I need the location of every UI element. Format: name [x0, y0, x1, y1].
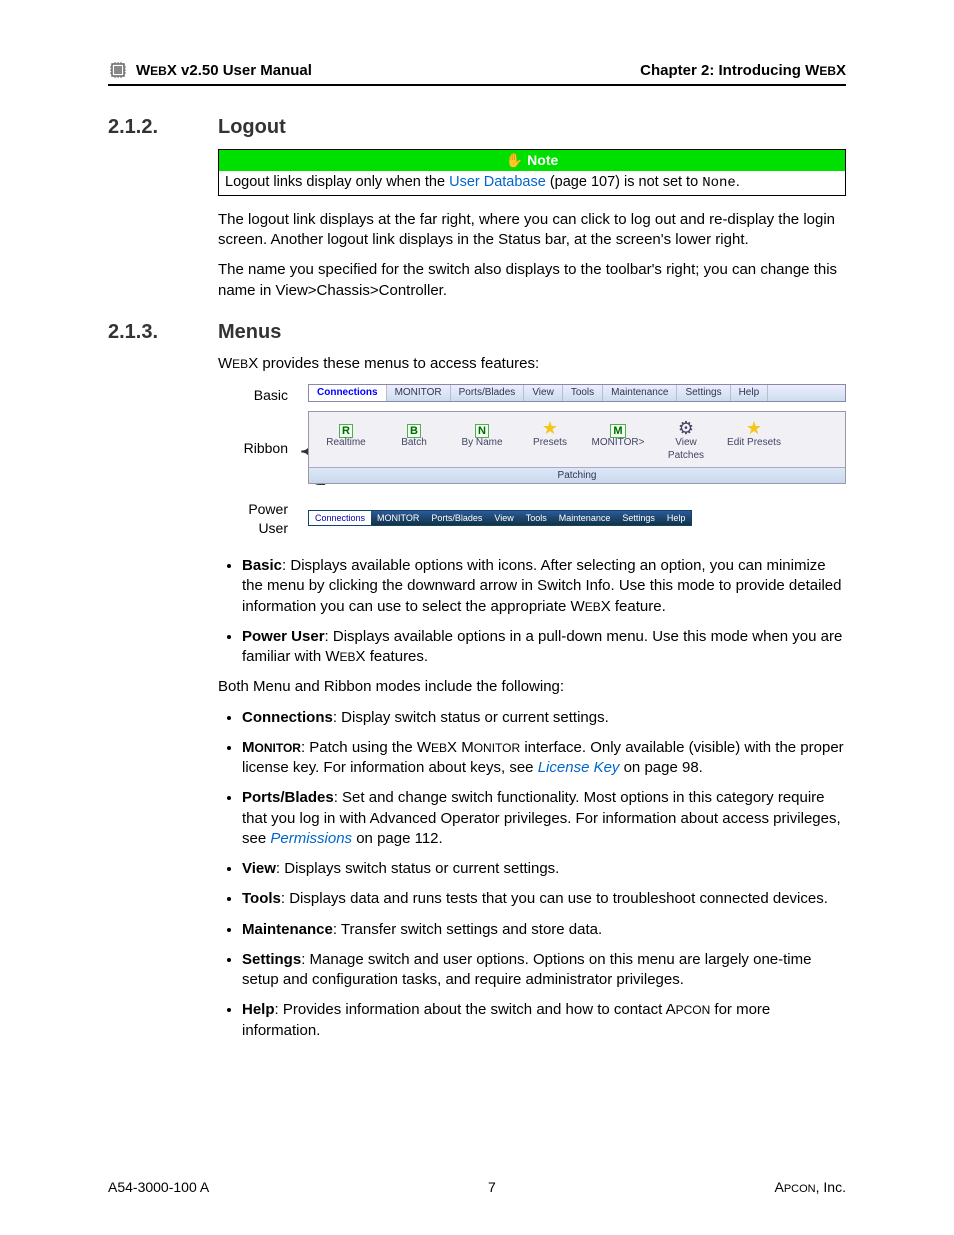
- list-item: MONITOR: Patch using the WEBX MONITOR in…: [242, 738, 846, 779]
- basic-tab-tools[interactable]: Tools: [563, 385, 603, 401]
- note-icon: ✋: [506, 151, 523, 170]
- power-tab-connections[interactable]: Connections: [309, 511, 371, 525]
- power-tab-tools[interactable]: Tools: [520, 511, 553, 525]
- brace-icon: {: [294, 423, 308, 473]
- patching-bar: Patching: [309, 467, 845, 484]
- power-tab-settings[interactable]: Settings: [616, 511, 661, 525]
- ribbon-item-view-patches[interactable]: ⚙View Patches: [659, 416, 713, 463]
- list-item: Ports/Blades: Set and change switch func…: [242, 788, 846, 849]
- ribbon-item-presets[interactable]: ★Presets: [523, 416, 577, 463]
- ribbon-icon: ★: [523, 416, 577, 436]
- fig-label-basic: Basic: [218, 384, 294, 405]
- ribbon-item-monitor-[interactable]: MMONITOR>: [591, 416, 645, 463]
- basic-tab-view[interactable]: View: [524, 385, 563, 401]
- basic-tab-monitor[interactable]: MONITOR: [387, 385, 451, 401]
- basic-tab-ports/blades[interactable]: Ports/Blades: [451, 385, 525, 401]
- list-item: Help: Provides information about the swi…: [242, 1000, 846, 1041]
- list-item: Power User: Displays available options i…: [242, 627, 846, 668]
- power-user-bar: ConnectionsMONITORPorts/BladesViewToolsM…: [308, 510, 692, 526]
- ribbon-item-label: Realtime: [319, 436, 373, 450]
- fig-label-ribbon: Ribbon: [218, 437, 294, 458]
- bullets-menus: Connections: Display switch status or cu…: [218, 708, 846, 1041]
- basic-tab-maintenance[interactable]: Maintenance: [603, 385, 677, 401]
- footer-right: APCON, Inc.: [775, 1179, 846, 1195]
- ribbon-icon: B: [387, 416, 441, 436]
- ribbon-item-label: Edit Presets: [727, 436, 781, 450]
- ribbon-item-batch[interactable]: BBatch: [387, 416, 441, 463]
- section-title-menus: Menus: [218, 321, 281, 344]
- ribbon-item-label: Presets: [523, 436, 577, 450]
- list-item: Settings: Manage switch and user options…: [242, 950, 846, 991]
- ribbon-item-edit-presets[interactable]: ★Edit Presets: [727, 416, 781, 463]
- section-number-212: 2.1.2.: [108, 116, 198, 139]
- ribbon-item-label: Batch: [387, 436, 441, 450]
- note-box: ✋ Note Logout links display only when th…: [218, 149, 846, 196]
- ribbon-box: RRealtimeBBatchNBy Name★PresetsMMONITOR>…: [308, 411, 846, 485]
- section-title-logout: Logout: [218, 116, 286, 139]
- permissions-link[interactable]: Permissions: [270, 830, 352, 847]
- basic-menu-bar: ConnectionsMONITORPorts/BladesViewToolsM…: [308, 384, 846, 402]
- bullets-mode: Basic: Displays available options with i…: [218, 556, 846, 667]
- power-tab-ports/blades[interactable]: Ports/Blades: [425, 511, 488, 525]
- list-item: Basic: Displays available options with i…: [242, 556, 846, 617]
- note-title: ✋ Note: [219, 150, 845, 171]
- page-footer: A54-3000-100 A 7 APCON, Inc.: [108, 1179, 846, 1195]
- ribbon-icon: M: [591, 416, 645, 436]
- ribbon-item-realtime[interactable]: RRealtime: [319, 416, 373, 463]
- list-item: Connections: Display switch status or cu…: [242, 708, 846, 728]
- power-tab-monitor[interactable]: MONITOR: [371, 511, 425, 525]
- list-item: Tools: Displays data and runs tests that…: [242, 889, 846, 909]
- ribbon-item-label: View Patches: [659, 436, 713, 463]
- ribbon-icon: R: [319, 416, 373, 436]
- header-right-text: Chapter 2: Introducing WEBX: [640, 62, 846, 79]
- power-tab-view[interactable]: View: [488, 511, 519, 525]
- header-left-text: WEBX v2.50 User Manual: [136, 62, 312, 79]
- note-body: Logout links display only when the User …: [219, 171, 845, 195]
- menus-figure: Basic ConnectionsMONITORPorts/BladesView…: [218, 384, 846, 538]
- user-database-link[interactable]: User Database: [449, 174, 546, 190]
- ribbon-icon: ★: [727, 416, 781, 436]
- list-item: Maintenance: Transfer switch settings an…: [242, 920, 846, 940]
- license-key-link[interactable]: License Key: [538, 759, 620, 776]
- power-tab-maintenance[interactable]: Maintenance: [553, 511, 617, 525]
- page-header: WEBX v2.50 User Manual Chapter 2: Introd…: [108, 60, 846, 86]
- basic-tab-connections[interactable]: Connections: [309, 385, 387, 401]
- ribbon-icon: N: [455, 416, 509, 436]
- section-number-213: 2.1.3.: [108, 321, 198, 344]
- ribbon-item-label: By Name: [455, 436, 509, 450]
- basic-tab-settings[interactable]: Settings: [677, 385, 730, 401]
- logout-para-2: The name you specified for the switch al…: [218, 260, 846, 301]
- menus-intro: WEBX provides these menus to access feat…: [218, 354, 846, 374]
- ribbon-icon: ⚙: [659, 416, 713, 436]
- power-tab-help[interactable]: Help: [661, 511, 692, 525]
- footer-page-number: 7: [488, 1179, 496, 1195]
- ribbon-item-label: MONITOR>: [591, 436, 645, 450]
- basic-tab-help[interactable]: Help: [731, 385, 769, 401]
- fig-label-power: Power User: [218, 498, 294, 538]
- list-item: View: Displays switch status or current …: [242, 859, 846, 879]
- chip-icon: [108, 60, 128, 80]
- logout-para-1: The logout link displays at the far righ…: [218, 210, 846, 251]
- ribbon-item-by-name[interactable]: NBy Name: [455, 416, 509, 463]
- footer-left: A54-3000-100 A: [108, 1179, 209, 1195]
- menus-mid: Both Menu and Ribbon modes include the f…: [218, 677, 846, 697]
